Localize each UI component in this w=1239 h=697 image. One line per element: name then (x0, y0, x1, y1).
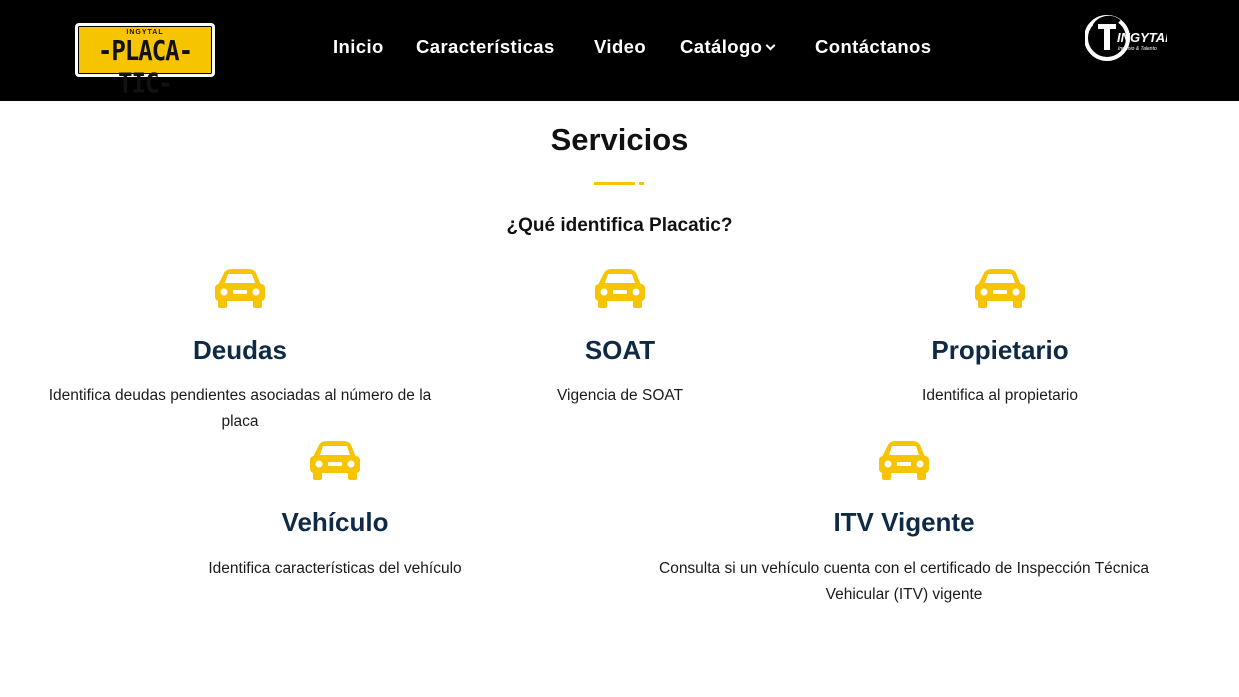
placatic-logo[interactable]: INGYTAL -PLACA-TIC- (75, 23, 215, 99)
logo-tagline: Ingenio & Talento (1118, 46, 1157, 52)
top-navigation-bar: INGYTAL -PLACA-TIC- Inicio Característic… (0, 0, 1239, 101)
service-title-deudas: Deudas (193, 335, 287, 365)
service-propietario: Propietario Identifica al propietario (800, 265, 1200, 440)
title-underline (594, 182, 635, 185)
service-itv-vigente: ITV Vigente Consulta si un vehículo cuen… (644, 437, 1164, 612)
title-underline-dot (639, 182, 644, 185)
nav-item-caracteristicas[interactable]: Características (416, 36, 555, 58)
logo-brand-name: INGYTAL (1117, 30, 1167, 45)
car-icon (595, 269, 645, 308)
nav-item-contactanos[interactable]: Contáctanos (815, 36, 931, 58)
ingytal-logo[interactable]: INGYTAL Ingenio & Talento (1084, 12, 1173, 64)
service-desc-itv: Consulta si un vehículo cuenta con el ce… (659, 560, 1149, 603)
service-desc-deudas: Identifica deudas pendientes asociadas a… (48, 387, 432, 430)
service-soat: SOAT Vigencia de SOAT (420, 265, 820, 440)
service-title-propietario: Propietario (931, 335, 1069, 365)
ingytal-logo-mark: INGYTAL Ingenio & Talento (1084, 15, 1173, 61)
service-desc-propietario: Identifica al propietario (922, 387, 1078, 404)
service-title-itv: ITV Vigente (833, 507, 975, 537)
service-deudas: Deudas Identifica deudas pendientes asoc… (40, 265, 440, 440)
nav-item-catalogo[interactable]: Catálogo (680, 36, 776, 58)
service-desc-vehiculo: Identifica características del vehículo (208, 560, 462, 577)
car-icon (215, 269, 265, 308)
service-title-vehiculo: Vehículo (281, 507, 389, 537)
section-title: Servicios (550, 122, 689, 157)
car-icon (310, 441, 360, 480)
section-subtitle: ¿Qué identifica Placatic? (506, 215, 733, 236)
car-icon (879, 441, 929, 480)
service-desc-soat: Vigencia de SOAT (556, 387, 684, 404)
logo-main-text: -PLACA-TIC- (97, 34, 193, 100)
car-icon (975, 269, 1025, 308)
service-title-soat: SOAT (584, 335, 656, 365)
nav-item-catalogo-label: Catálogo (680, 36, 763, 57)
nav-item-inicio[interactable]: Inicio (333, 36, 384, 58)
chevron-down-icon (765, 40, 776, 51)
nav-item-video[interactable]: Video (594, 36, 646, 58)
service-vehiculo: Vehículo Identifica características del … (135, 437, 535, 612)
